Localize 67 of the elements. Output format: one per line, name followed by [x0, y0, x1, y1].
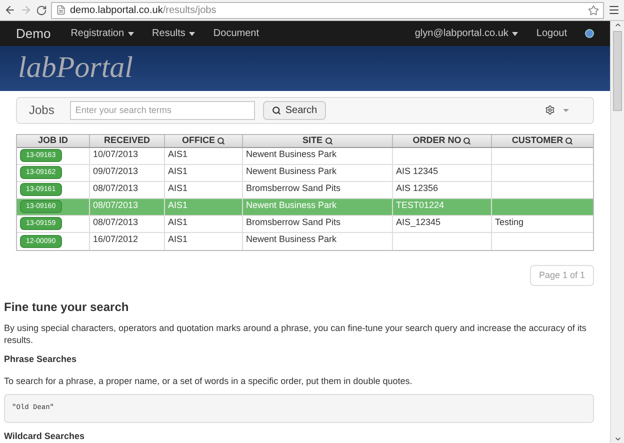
logout-link[interactable]: Logout — [536, 26, 567, 42]
column-header[interactable]: OFFICE — [165, 134, 243, 146]
scrollbar[interactable] — [610, 21, 624, 443]
paragraph: To search for a phrase, a proper name, or a set of words in a specific order, put them in double quotes. — [4, 374, 414, 388]
search-button[interactable]: Search — [263, 100, 326, 120]
table-cell-text: 08/07/2013 — [93, 182, 138, 194]
search-icon[interactable] — [217, 136, 225, 144]
table-cell: AIS_12345 — [396, 216, 441, 229]
star-icon[interactable] — [588, 4, 599, 16]
logo: labPortal — [18, 53, 134, 84]
column-header[interactable]: ORDER NO — [393, 134, 492, 146]
table-cell-text: 10/07/2013 — [93, 148, 138, 160]
table-cell-text: AIS1 — [168, 148, 188, 160]
page-icon — [56, 5, 66, 15]
section-heading: Fine tune your search — [4, 299, 130, 316]
table-cell-text: 09/07/2013 — [93, 164, 138, 178]
caret-icon — [128, 32, 134, 36]
column-header[interactable]: CUSTOMER — [492, 134, 593, 146]
panel-title: Jobs — [29, 102, 54, 119]
column-header[interactable]: SITE — [243, 134, 393, 146]
table-cell-text: Bromsberrow Sand Pits — [246, 216, 341, 228]
table-cell-text: 16/07/2012 — [93, 232, 138, 246]
menu-icon[interactable] — [608, 4, 620, 16]
table-cell-text: Newent Business Park — [246, 198, 337, 212]
user-menu[interactable]: glyn@labportal.co.uk — [414, 26, 518, 42]
scroll-up-icon[interactable] — [614, 21, 622, 29]
subheading: Phrase Searches — [4, 353, 78, 366]
search-field[interactable]: Enter your search terms — [70, 100, 256, 120]
table-cell-text: 08/07/2013 — [93, 198, 138, 212]
nav-link[interactable]: Document — [213, 26, 259, 42]
search-icon[interactable] — [324, 136, 332, 144]
nav-link[interactable]: Registration — [70, 26, 134, 42]
table-cell-text: AIS1 — [168, 164, 188, 178]
pagination: Page 1 of 1 — [530, 264, 594, 286]
column-header[interactable]: RECEIVED — [90, 134, 165, 146]
help-icon[interactable] — [585, 29, 594, 38]
table-cell-text: Newent Business Park — [246, 232, 337, 246]
caret-icon — [189, 32, 196, 36]
scroll-down-icon[interactable] — [614, 435, 622, 443]
table-cell-text: Bromsberrow Sand Pits — [246, 182, 341, 194]
table-cell-text: AIS1 — [168, 216, 188, 228]
url-text: demo.labportal.co.uk/results/jobs — [70, 4, 218, 18]
table-cell-text: Newent Business Park — [246, 164, 337, 178]
scroll-thumb[interactable] — [613, 31, 622, 111]
table-cell-text: 08/07/2013 — [93, 216, 138, 228]
intro-paragraph: By using special characters, operators and quotation marks around a phrase, you can fine-tune your search query and increase the accuracy of its results. — [4, 322, 588, 346]
address-bar[interactable]: demo.labportal.co.uk/results/jobs — [51, 2, 604, 18]
caret-icon — [512, 32, 518, 36]
subheading: Wildcard Searches — [4, 430, 86, 442]
table-cell-text: AIS1 — [168, 232, 188, 246]
table-cell-text: AIS1 — [168, 182, 188, 194]
brand-link[interactable]: Demo — [16, 24, 51, 44]
table-cell-text: Newent Business Park — [246, 148, 337, 160]
search-icon[interactable] — [565, 136, 574, 144]
back-icon[interactable] — [4, 4, 16, 16]
table-cell-text: AIS 12345 — [396, 164, 438, 178]
search-icon — [272, 106, 282, 114]
caret-icon[interactable] — [563, 108, 569, 112]
settings-icon[interactable] — [545, 105, 555, 115]
table-cell-text: TEST01224 — [396, 198, 444, 212]
table-cell-text: AIS1 — [168, 198, 188, 212]
table-cell-text: AIS 12356 — [396, 182, 438, 194]
table-cell: Testing — [495, 216, 524, 229]
column-header[interactable]: JOB ID — [17, 134, 90, 146]
search-icon[interactable] — [463, 136, 472, 144]
reload-icon[interactable] — [36, 4, 47, 16]
nav-link[interactable]: Results — [152, 26, 196, 42]
